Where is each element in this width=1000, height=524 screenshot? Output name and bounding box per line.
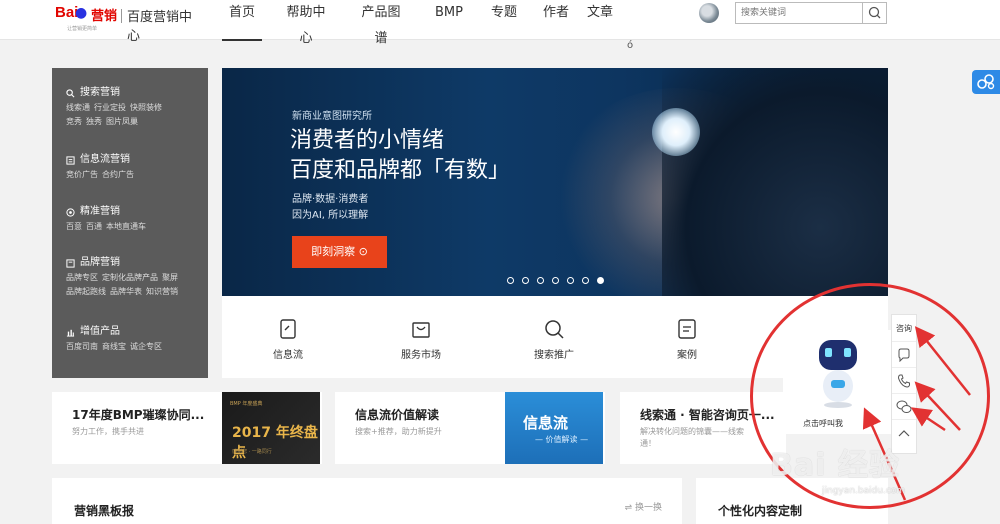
arrow-to-phone bbox=[914, 381, 961, 431]
arrow-to-consult bbox=[914, 326, 971, 396]
watermark-url: jingyan.baidu.com bbox=[822, 486, 906, 496]
arrow-to-wechat bbox=[910, 407, 946, 432]
baidu-jingyan-watermark: Bai 经验 bbox=[770, 448, 900, 483]
